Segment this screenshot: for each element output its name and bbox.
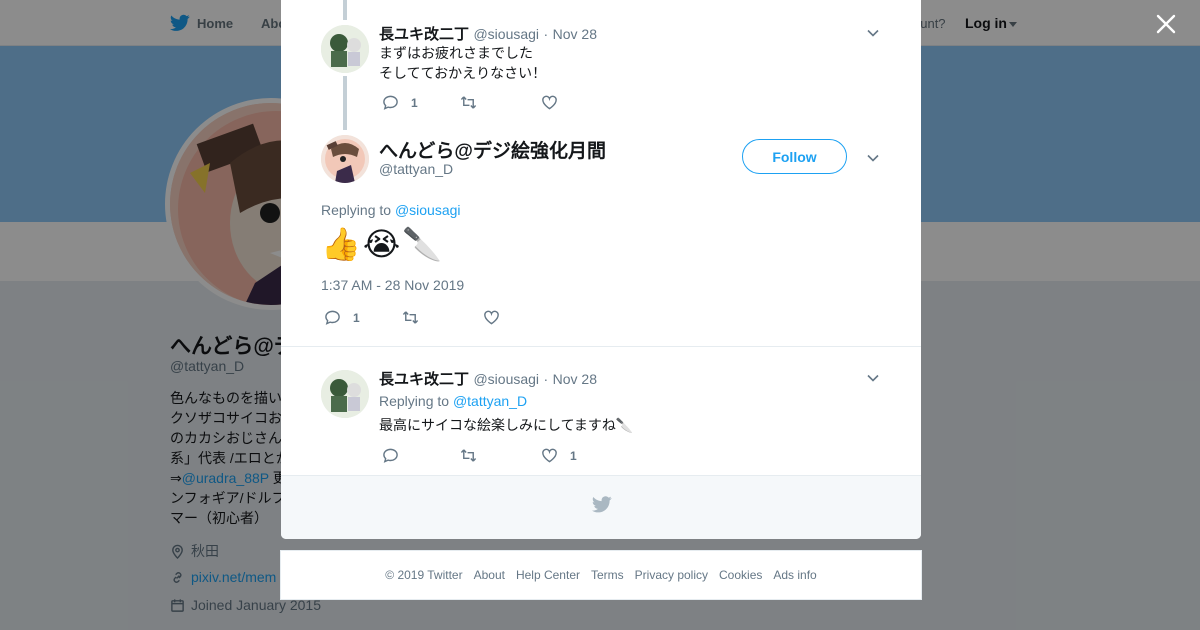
reply-count: 1 [353, 310, 360, 325]
reply-button[interactable] [382, 447, 411, 464]
reply-count: 1 [411, 95, 418, 110]
retweet-button[interactable] [460, 94, 489, 111]
like-button[interactable] [541, 94, 570, 111]
retweet-icon [460, 449, 477, 462]
retweet-icon [460, 96, 477, 109]
footer-link-terms[interactable]: Terms [591, 568, 624, 582]
avatar[interactable] [321, 370, 369, 418]
avatar[interactable] [321, 25, 369, 73]
retweet-icon [402, 311, 419, 324]
reply-icon [383, 448, 398, 463]
tweet-text-line: そしてておかえりなさい！ [379, 65, 547, 81]
tweet-date[interactable]: Nov 28 [553, 26, 597, 42]
replying-to: Replying to @tattyan_D [379, 393, 527, 409]
footer-link-ads-info[interactable]: Ads info [773, 568, 816, 582]
like-button[interactable]: 1 [541, 447, 577, 464]
follow-button[interactable]: Follow [742, 139, 847, 174]
replying-to: Replying to @siousagi [321, 202, 461, 218]
replying-mention-link[interactable]: @tattyan_D [453, 393, 527, 409]
author-handle[interactable]: @tattyan_D [379, 161, 453, 177]
author-handle[interactable]: @siousagi [473, 371, 539, 387]
tweet-modal: 長ユキ改二丁 @siousagi · Nov 28 まずはお疲れさまでした そし… [281, 0, 921, 539]
thread-line [343, 0, 347, 20]
thread-line [343, 76, 347, 130]
footer-copyright: © 2019 Twitter [385, 568, 463, 582]
reply-button[interactable]: 1 [324, 309, 360, 326]
twitter-bird-icon [592, 496, 612, 513]
tweet-timestamp[interactable]: 1:37 AM - 28 Nov 2019 [321, 277, 464, 293]
tweet-header: 長ユキ改二丁 @siousagi · Nov 28 [379, 368, 597, 389]
tweet-text: まずはお疲れさまでした そしてておかえりなさい！ [379, 43, 546, 83]
tweet-date[interactable]: Nov 28 [553, 371, 597, 387]
close-icon[interactable] [1154, 12, 1178, 36]
tweet-text: 最高にサイコな絵楽しみにしてますね🔪 [379, 417, 634, 433]
site-footer: © 2019 Twitter About Help Center Terms P… [280, 550, 922, 600]
replying-label: Replying to [321, 202, 392, 218]
avatar[interactable] [321, 135, 369, 183]
chevron-down-icon[interactable] [866, 371, 880, 385]
replying-label: Replying to [379, 393, 450, 409]
author-name[interactable]: 長ユキ改二丁 [379, 371, 469, 388]
chevron-down-icon[interactable] [866, 26, 880, 40]
dot-separator: · [543, 26, 549, 42]
footer-link-privacy[interactable]: Privacy policy [635, 568, 708, 582]
like-icon [542, 95, 557, 110]
modal-footer [281, 475, 921, 539]
footer-link-help-center[interactable]: Help Center [516, 568, 580, 582]
retweet-button[interactable] [402, 309, 431, 326]
chevron-down-icon[interactable] [866, 151, 880, 165]
like-icon [484, 310, 499, 325]
like-button[interactable] [483, 309, 512, 326]
like-icon [542, 448, 557, 463]
reply-button[interactable]: 1 [382, 94, 418, 111]
author-name[interactable]: へんどら@デジ絵強化月間 [379, 136, 606, 163]
reply-icon [325, 310, 340, 325]
replying-mention-link[interactable]: @siousagi [395, 202, 461, 218]
tweet-header: 長ユキ改二丁 @siousagi · Nov 28 [379, 23, 597, 44]
tweet-emoji: 👍😭🔪 [321, 225, 445, 263]
reply-icon [383, 95, 398, 110]
dot-separator: · [543, 371, 549, 387]
retweet-button[interactable] [460, 447, 489, 464]
footer-link-cookies[interactable]: Cookies [719, 568, 762, 582]
divider [281, 346, 921, 347]
author-handle[interactable]: @siousagi [473, 26, 539, 42]
like-count: 1 [570, 448, 577, 463]
footer-link-about[interactable]: About [474, 568, 505, 582]
tweet-text-line: まずはお疲れさまでした [379, 45, 533, 61]
author-name[interactable]: 長ユキ改二丁 [379, 26, 469, 43]
